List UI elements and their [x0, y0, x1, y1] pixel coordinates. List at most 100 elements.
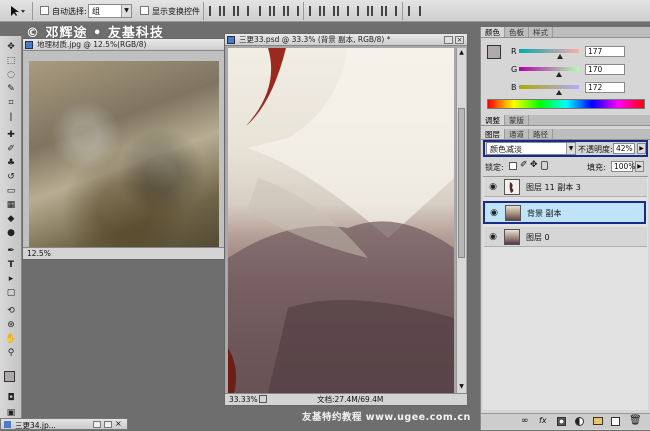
g-slider-knob[interactable] — [556, 72, 563, 77]
align-left-icon[interactable] — [258, 4, 272, 18]
healing-brush-tool-icon[interactable]: ✚ — [4, 128, 18, 142]
tab-adjustments[interactable]: 调整 — [481, 115, 505, 125]
align-hcenter-icon[interactable] — [272, 4, 286, 18]
distribute-left-icon[interactable] — [356, 4, 370, 18]
eye-icon[interactable]: ◉ — [487, 181, 499, 193]
zoom-tool-icon[interactable]: ⚲ — [4, 346, 18, 360]
texture-zoom-level[interactable]: 12.5% — [27, 249, 51, 258]
brush-tool-icon[interactable]: ✐ — [4, 142, 18, 156]
texture-document-window[interactable]: 地理材质.jpg @ 12.5%(RGB/8) 12.5% — [22, 38, 226, 260]
mask-icon[interactable] — [557, 417, 566, 426]
blur-tool-icon[interactable]: ◆ — [4, 212, 18, 226]
quick-select-tool-icon[interactable]: ✎ — [4, 82, 18, 96]
scrollbar-thumb[interactable] — [458, 108, 465, 258]
scroll-up-icon[interactable]: ▲ — [458, 48, 465, 57]
b-channel-slider[interactable] — [519, 85, 579, 89]
link-icon[interactable]: ∞ — [521, 416, 529, 426]
minimize-button[interactable] — [444, 36, 453, 44]
tab-swatches[interactable]: 色板 — [505, 27, 529, 37]
b-slider-knob[interactable] — [556, 90, 563, 95]
lock-position-icon[interactable]: ✥ — [530, 160, 538, 170]
trash-icon[interactable]: 🗑 — [629, 415, 642, 426]
status-info-icon[interactable] — [259, 395, 267, 403]
distribute-vcenter-icon[interactable] — [322, 4, 336, 18]
opacity-field[interactable]: 42% — [613, 143, 635, 154]
painting-canvas[interactable] — [228, 48, 454, 393]
path-select-tool-icon[interactable]: ▸ — [4, 272, 18, 286]
main-zoom-level[interactable]: 33.33% — [229, 395, 258, 404]
close-button[interactable]: × — [115, 419, 122, 428]
minimized-document-tab[interactable]: 三更34.jp... × — [0, 418, 128, 430]
move-tool-icon[interactable]: ✥ — [4, 40, 18, 54]
move-tool-preset-button[interactable] — [6, 4, 28, 18]
new-layer-icon[interactable] — [611, 417, 620, 426]
3d-rotate-tool-icon[interactable]: ⟲ — [4, 304, 18, 318]
tab-paths[interactable]: 路径 — [529, 129, 553, 139]
vertical-scrollbar[interactable]: ▲ ▼ — [456, 48, 466, 393]
layer-row[interactable]: ◉ 图层 0 — [484, 227, 647, 247]
adjustment-icon[interactable] — [575, 417, 584, 426]
lasso-tool-icon[interactable]: ◌ — [4, 68, 18, 82]
distribute-bottom-icon[interactable] — [336, 4, 350, 18]
tab-masks[interactable]: 蒙版 — [505, 115, 529, 125]
opacity-slider-toggle[interactable]: ▶ — [637, 143, 646, 154]
lock-transparency-icon[interactable] — [509, 162, 517, 170]
r-slider-knob[interactable] — [557, 54, 564, 59]
show-transform-checkbox[interactable] — [140, 6, 149, 17]
tab-channels[interactable]: 通道 — [505, 129, 529, 139]
main-document-window[interactable]: 三更33.psd @ 33.3% (背景 副本, RGB/8) * × ▲ ▼ … — [224, 33, 468, 406]
g-channel-slider[interactable] — [519, 67, 579, 71]
clone-stamp-tool-icon[interactable]: ♣ — [4, 156, 18, 170]
close-button[interactable]: × — [455, 36, 464, 44]
texture-window-titlebar[interactable]: 地理材质.jpg @ 12.5%(RGB/8) — [23, 39, 225, 51]
distribute-right-icon[interactable] — [384, 4, 398, 18]
r-value-field[interactable]: 177 — [585, 46, 625, 57]
tab-layers[interactable]: 图层 — [481, 129, 505, 139]
auto-select-dropdown[interactable]: 组 ▼ — [88, 4, 132, 18]
lock-all-icon[interactable] — [541, 161, 548, 170]
fill-field[interactable]: 100% — [611, 161, 635, 172]
scroll-down-icon[interactable]: ▼ — [458, 382, 465, 391]
texture-canvas[interactable] — [29, 61, 219, 247]
auto-align-icon[interactable] — [406, 4, 422, 18]
layer-row-selected[interactable]: ◉ 背景 副本 — [483, 201, 646, 224]
3d-orbit-tool-icon[interactable]: ⊛ — [4, 318, 18, 332]
restore-button[interactable] — [93, 421, 101, 428]
b-value-field[interactable]: 172 — [585, 82, 625, 93]
align-top-icon[interactable] — [208, 4, 222, 18]
align-right-icon[interactable] — [286, 4, 300, 18]
distribute-top-icon[interactable] — [308, 4, 322, 18]
dodge-tool-icon[interactable]: ● — [4, 226, 18, 240]
crop-tool-icon[interactable]: ⌗ — [4, 96, 18, 110]
color-spectrum-bar[interactable] — [487, 99, 645, 109]
gradient-tool-icon[interactable]: ▦ — [4, 198, 18, 212]
marquee-tool-icon[interactable]: ⬚ — [4, 54, 18, 68]
layer-row[interactable]: ◉ 图层 11 副本 3 — [484, 177, 647, 197]
eye-icon[interactable]: ◉ — [487, 231, 499, 243]
blend-mode-dropdown[interactable]: 颜色减淡 ▼ — [486, 142, 576, 155]
lock-pixels-icon[interactable]: ✐ — [520, 160, 528, 170]
maximize-button[interactable] — [104, 421, 112, 428]
align-vcenter-icon[interactable] — [222, 4, 236, 18]
align-bottom-icon[interactable] — [236, 4, 250, 18]
fx-icon[interactable]: fx — [539, 416, 547, 425]
main-window-titlebar[interactable]: 三更33.psd @ 33.3% (背景 副本, RGB/8) * × — [225, 34, 467, 46]
tab-styles[interactable]: 样式 — [529, 27, 553, 37]
eye-icon[interactable]: ◉ — [488, 207, 500, 219]
group-icon[interactable] — [593, 417, 603, 425]
shape-tool-icon[interactable]: ▢ — [4, 286, 18, 300]
fill-slider-toggle[interactable]: ▶ — [635, 161, 644, 172]
foreground-color-swatch[interactable] — [4, 371, 15, 382]
type-tool-icon[interactable]: T — [4, 258, 18, 272]
tab-color[interactable]: 颜色 — [481, 27, 505, 37]
foreground-color-swatch[interactable] — [487, 45, 501, 59]
eraser-tool-icon[interactable]: ▭ — [4, 184, 18, 198]
r-channel-slider[interactable] — [519, 49, 579, 53]
distribute-hcenter-icon[interactable] — [370, 4, 384, 18]
auto-select-checkbox[interactable] — [40, 6, 49, 17]
eyedropper-tool-icon[interactable]: ǀ — [4, 110, 18, 124]
hand-tool-icon[interactable]: ✋ — [4, 332, 18, 346]
g-value-field[interactable]: 170 — [585, 64, 625, 75]
pen-tool-icon[interactable]: ✒ — [4, 244, 18, 258]
quick-mask-icon[interactable]: ◘ — [4, 391, 18, 405]
